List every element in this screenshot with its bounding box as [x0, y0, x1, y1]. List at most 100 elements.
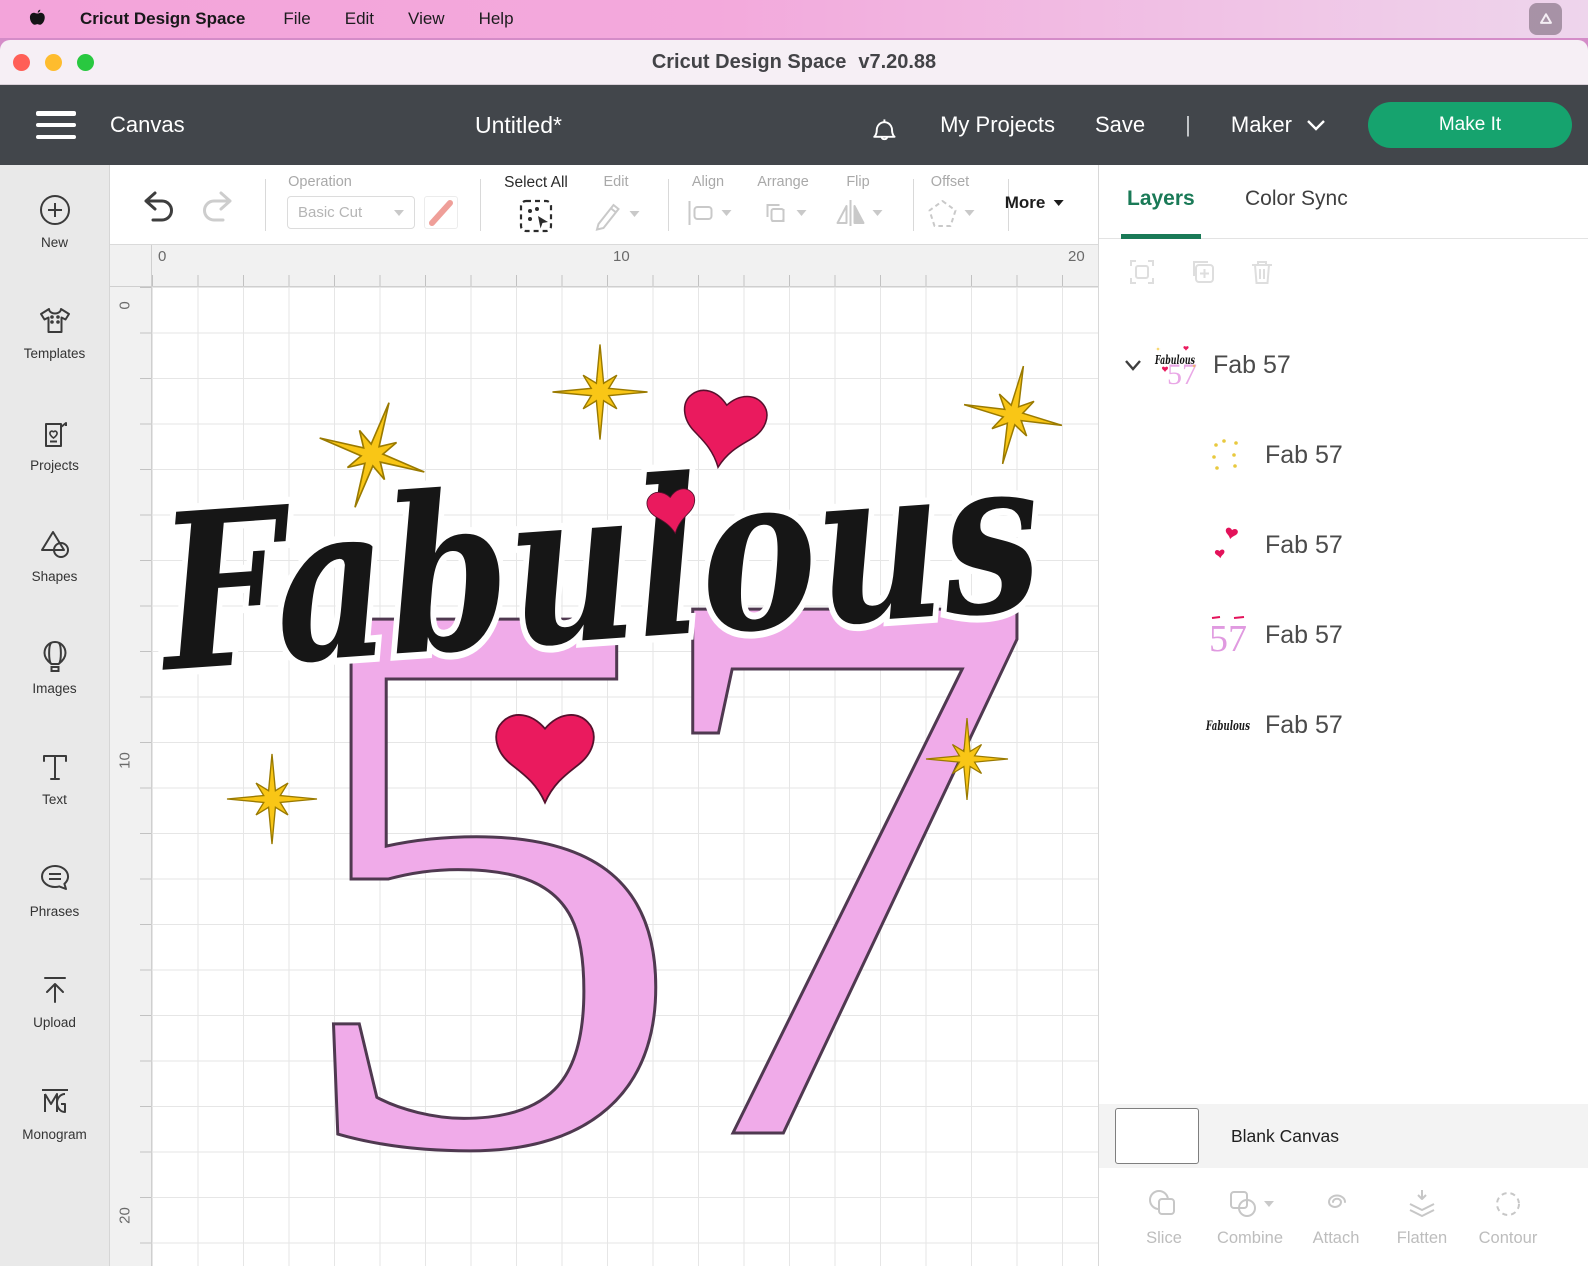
sidebar-label: Projects	[30, 457, 79, 473]
close-window-button[interactable]	[13, 54, 30, 71]
macos-menubar: Cricut Design Space File Edit View Help	[0, 0, 1588, 38]
layer-group-row[interactable]: 57 Fabulous Fab 57	[1099, 337, 1588, 393]
action-label: Flatten	[1396, 1228, 1448, 1247]
apple-icon[interactable]	[26, 8, 46, 30]
sidebar-label: Images	[32, 680, 77, 696]
contour-button[interactable]: Contour	[1465, 1168, 1551, 1266]
text-icon	[42, 755, 67, 781]
layer-row-fabulous[interactable]: Fabulous Fab 57	[1099, 697, 1588, 753]
edit-button[interactable]	[593, 197, 640, 231]
zoom-window-button[interactable]	[77, 54, 94, 71]
nav-canvas[interactable]: Canvas	[110, 112, 185, 138]
sidebar-item-text[interactable]: Text	[0, 723, 109, 835]
menu-file[interactable]: File	[283, 9, 310, 29]
sidebar-label: Text	[42, 792, 67, 808]
layers-panel: Layers Color Sync 57 Fabulous Fab 57 Fab…	[1098, 165, 1588, 1266]
slice-button[interactable]: Slice	[1121, 1168, 1207, 1266]
redo-icon[interactable]	[198, 187, 240, 225]
layer-tools	[1127, 257, 1277, 287]
my-projects-link[interactable]: My Projects	[940, 112, 1055, 138]
sidebar-item-templates[interactable]: Templates	[0, 277, 109, 389]
hruler-0: 0	[158, 248, 167, 265]
layer-row-hearts[interactable]: Fab 57	[1099, 517, 1588, 573]
layer-thumbnail-57: 57	[1205, 612, 1251, 658]
blank-canvas-row[interactable]: Blank Canvas	[1099, 1104, 1588, 1168]
sidebar-item-phrases[interactable]: Phrases	[0, 834, 109, 946]
left-sidebar: New Templates Projects Shapes Images Tex…	[0, 165, 110, 1266]
select-all-label[interactable]: Select All	[504, 174, 568, 192]
align-label: Align	[691, 174, 725, 190]
tab-layers[interactable]: Layers	[1121, 187, 1201, 239]
make-it-button[interactable]: Make It	[1368, 102, 1572, 148]
upload-icon	[43, 977, 66, 1004]
design-canvas[interactable]: 5 7 Fabulous	[141, 287, 1098, 1266]
hamburger-menu-icon[interactable]	[36, 111, 76, 139]
toolbar-separator	[668, 179, 669, 231]
flatten-icon	[1409, 1189, 1435, 1217]
arrange-button[interactable]	[760, 197, 807, 229]
machine-name: Maker	[1230, 112, 1292, 137]
sidebar-label: Templates	[23, 346, 86, 362]
tab-color-sync[interactable]: Color Sync	[1245, 187, 1348, 211]
sidebar-item-monogram[interactable]: Monogram	[0, 1057, 109, 1169]
document-title[interactable]: Untitled*	[475, 112, 562, 139]
save-link[interactable]: Save	[1095, 112, 1145, 138]
action-label: Attach	[1312, 1228, 1360, 1247]
attach-paperclip-icon	[1327, 1194, 1346, 1208]
operation-value: Basic Cut	[298, 204, 363, 221]
horizontal-ruler: 0 10 20	[152, 245, 1098, 287]
trash-icon[interactable]	[1247, 257, 1277, 287]
menu-view[interactable]: View	[408, 9, 445, 29]
notifications-bell-icon[interactable]	[868, 108, 900, 142]
group-expand-chevron-icon[interactable]	[1121, 353, 1145, 377]
operation-select[interactable]: Basic Cut	[287, 196, 415, 229]
window-title-version: v7.20.88	[858, 50, 937, 73]
select-all-button[interactable]	[517, 197, 555, 235]
window-title-app: Cricut Design Space	[651, 50, 847, 73]
sidebar-item-shapes[interactable]: Shapes	[0, 500, 109, 612]
sidebar-item-projects[interactable]: Projects	[0, 388, 109, 500]
layer-label: Fab 57	[1265, 620, 1343, 649]
vruler-10: 10	[116, 752, 134, 769]
combine-button[interactable]: Combine	[1207, 1168, 1293, 1266]
duplicate-icon[interactable]	[1187, 257, 1217, 287]
swatch-line-icon	[429, 199, 453, 226]
thumb-number-57: 57	[1209, 618, 1247, 657]
group-select-icon[interactable]	[1127, 257, 1157, 287]
sidebar-label: Upload	[33, 1015, 76, 1031]
hot-air-balloon-icon	[42, 640, 67, 672]
undo-icon[interactable]	[136, 187, 178, 225]
sidebar-item-images[interactable]: Images	[0, 611, 109, 723]
flip-button[interactable]	[834, 197, 883, 229]
color-swatch[interactable]	[424, 196, 458, 229]
layer-group-label: Fab 57	[1213, 350, 1291, 379]
edit-toolbar: Operation Basic Cut Select All Edit Alig…	[110, 165, 1098, 245]
layer-row-57[interactable]: 57 Fab 57	[1099, 607, 1588, 663]
attach-button[interactable]: Attach	[1293, 1168, 1379, 1266]
action-label: Combine	[1216, 1228, 1284, 1247]
offset-button[interactable]	[926, 197, 975, 229]
sidebar-item-upload[interactable]: Upload	[0, 946, 109, 1058]
minimize-window-button[interactable]	[45, 54, 62, 71]
toolbar-separator	[265, 179, 266, 231]
layer-row-stars[interactable]: Fab 57	[1099, 427, 1588, 483]
more-button[interactable]: More	[1005, 193, 1064, 213]
machine-selector[interactable]: Maker	[1231, 112, 1326, 138]
flatten-button[interactable]: Flatten	[1379, 1168, 1465, 1266]
fabulous-57-design[interactable]: 5 7 Fabulous	[141, 287, 1098, 1266]
more-label: More	[1004, 193, 1046, 212]
pencil-icon	[595, 203, 620, 231]
status-item-icon[interactable]	[1529, 3, 1562, 35]
action-label: Contour	[1478, 1228, 1538, 1247]
menu-help[interactable]: Help	[479, 9, 514, 29]
operation-label: Operation	[288, 174, 352, 190]
align-button[interactable]	[685, 197, 732, 229]
sidebar-item-new[interactable]: New	[0, 165, 109, 277]
edit-label[interactable]: Edit	[604, 174, 629, 190]
menu-edit[interactable]: Edit	[345, 9, 374, 29]
menubar-app-name[interactable]: Cricut Design Space	[80, 9, 245, 29]
monogram-icon	[41, 1088, 68, 1113]
caret-down-icon	[1053, 200, 1064, 206]
arrange-label: Arrange	[757, 174, 809, 190]
layer-thumbnail-hearts	[1205, 522, 1251, 568]
